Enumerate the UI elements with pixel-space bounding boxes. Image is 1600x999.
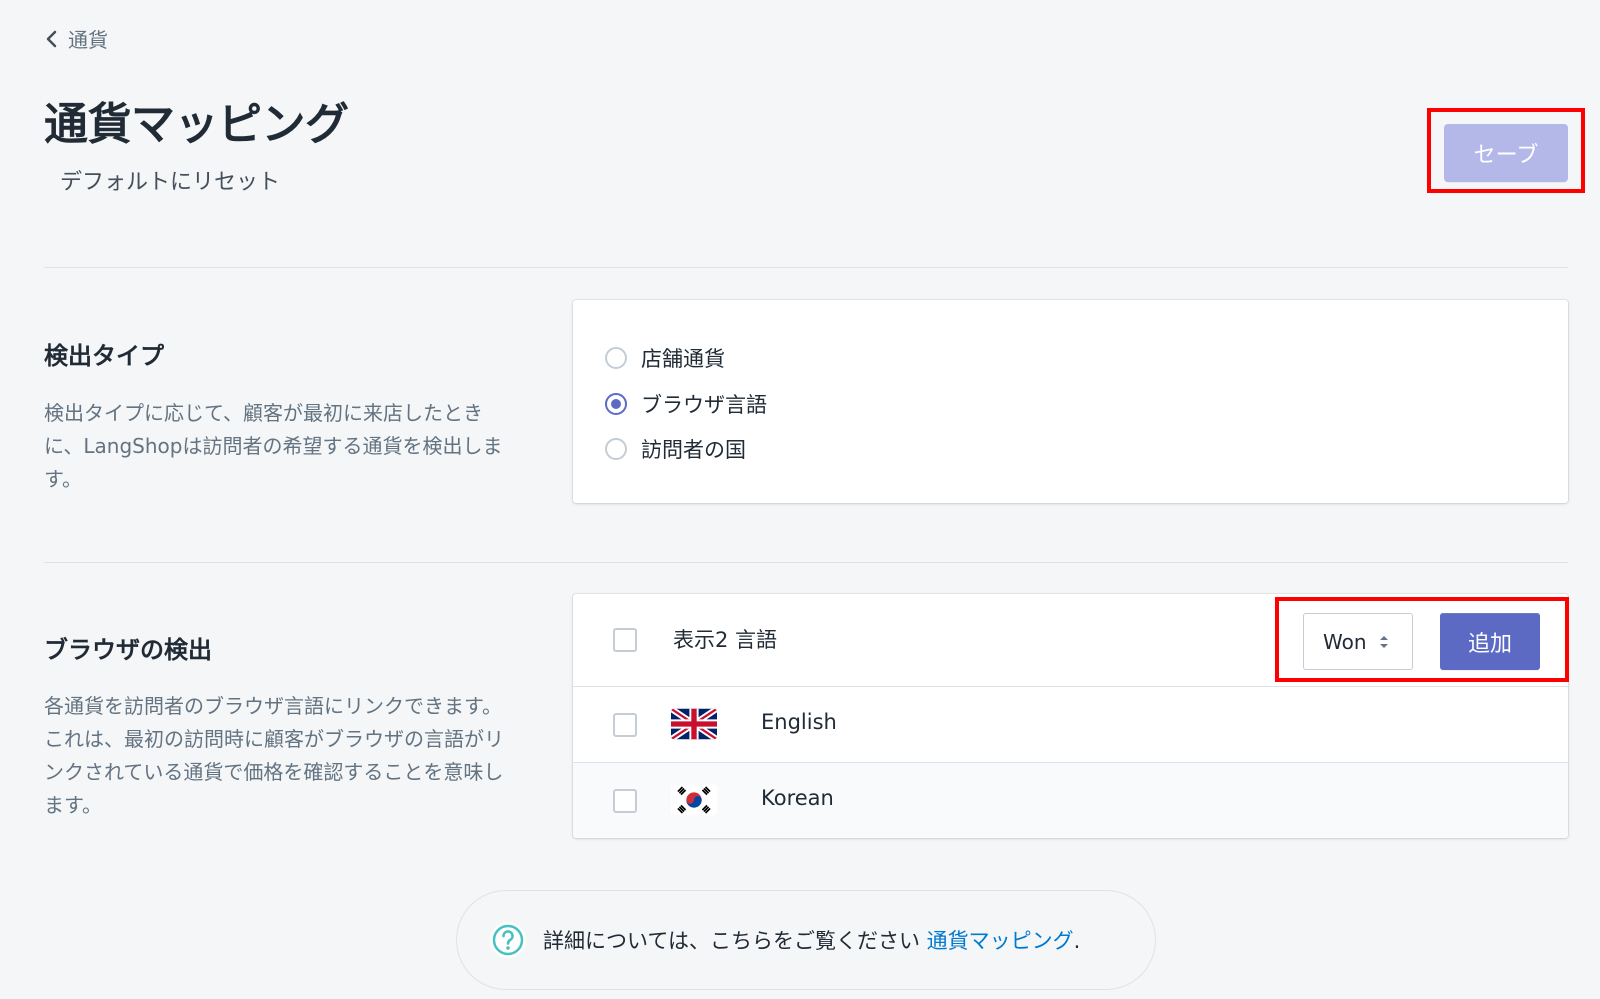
help-text-body: 詳細については、こちらをご覧ください bbox=[543, 929, 920, 953]
radio-visitor-country[interactable]: 訪問者の国 bbox=[605, 434, 746, 464]
save-button[interactable]: セーブ bbox=[1444, 124, 1568, 182]
radio-button[interactable] bbox=[605, 347, 627, 369]
breadcrumb[interactable]: 通貨 bbox=[44, 24, 108, 53]
language-list-card: 表示2 言語 Won 追加 English Korean bbox=[573, 594, 1568, 838]
help-text: 詳細については、こちらをご覧ください 通貨マッピング. bbox=[543, 925, 1080, 955]
chevron-left-icon bbox=[46, 30, 57, 47]
question-circle-icon bbox=[490, 922, 526, 958]
list-item[interactable]: Korean bbox=[573, 763, 1568, 838]
help-text-suffix: . bbox=[1073, 929, 1081, 953]
detection-type-title: 検出タイプ bbox=[44, 342, 164, 370]
help-link[interactable]: 通貨マッピング bbox=[927, 929, 1074, 953]
radio-button-selected[interactable] bbox=[605, 393, 627, 415]
help-footer: 詳細については、こちらをご覧ください 通貨マッピング. bbox=[456, 890, 1156, 990]
radio-label: 訪問者の国 bbox=[641, 438, 746, 462]
add-button[interactable]: 追加 bbox=[1440, 613, 1540, 670]
list-item[interactable]: English bbox=[573, 687, 1568, 763]
radio-label: 店舗通貨 bbox=[641, 347, 725, 371]
breadcrumb-label: 通貨 bbox=[68, 28, 108, 52]
select-arrows-icon bbox=[1379, 635, 1388, 648]
currency-select-value: Won bbox=[1323, 629, 1367, 654]
row-checkbox[interactable] bbox=[613, 713, 637, 737]
list-header: 表示2 言語 Won 追加 bbox=[573, 594, 1568, 687]
list-header-label: 表示2 言語 bbox=[673, 628, 778, 652]
radio-button[interactable] bbox=[605, 438, 627, 460]
currency-select[interactable]: Won bbox=[1303, 613, 1413, 670]
reset-to-default-button[interactable]: デフォルトにリセット bbox=[60, 164, 280, 196]
page-title: 通貨マッピング bbox=[44, 99, 349, 150]
language-label: Korean bbox=[761, 786, 834, 810]
radio-store-currency[interactable]: 店舗通貨 bbox=[605, 343, 725, 373]
korea-flag-icon bbox=[671, 784, 717, 816]
radio-label: ブラウザ言語 bbox=[641, 393, 767, 417]
uk-flag-icon bbox=[671, 708, 717, 740]
browser-detection-description: 各通貨を訪問者のブラウザ言語にリンクできます。これは、最初の訪問時に顧客がブラウ… bbox=[44, 694, 504, 817]
browser-detection-title: ブラウザの検出 bbox=[44, 636, 212, 664]
section-divider bbox=[44, 562, 1568, 563]
detection-type-card: 店舗通貨 ブラウザ言語 訪問者の国 bbox=[573, 300, 1568, 503]
section-divider bbox=[44, 267, 1568, 268]
language-label: English bbox=[761, 710, 837, 734]
select-all-checkbox[interactable] bbox=[613, 628, 637, 652]
row-checkbox[interactable] bbox=[613, 789, 637, 813]
detection-type-description: 検出タイプに応じて、顧客が最初に来店したときに、LangShopは訪問者の希望す… bbox=[44, 401, 503, 491]
radio-browser-language[interactable]: ブラウザ言語 bbox=[605, 389, 767, 419]
